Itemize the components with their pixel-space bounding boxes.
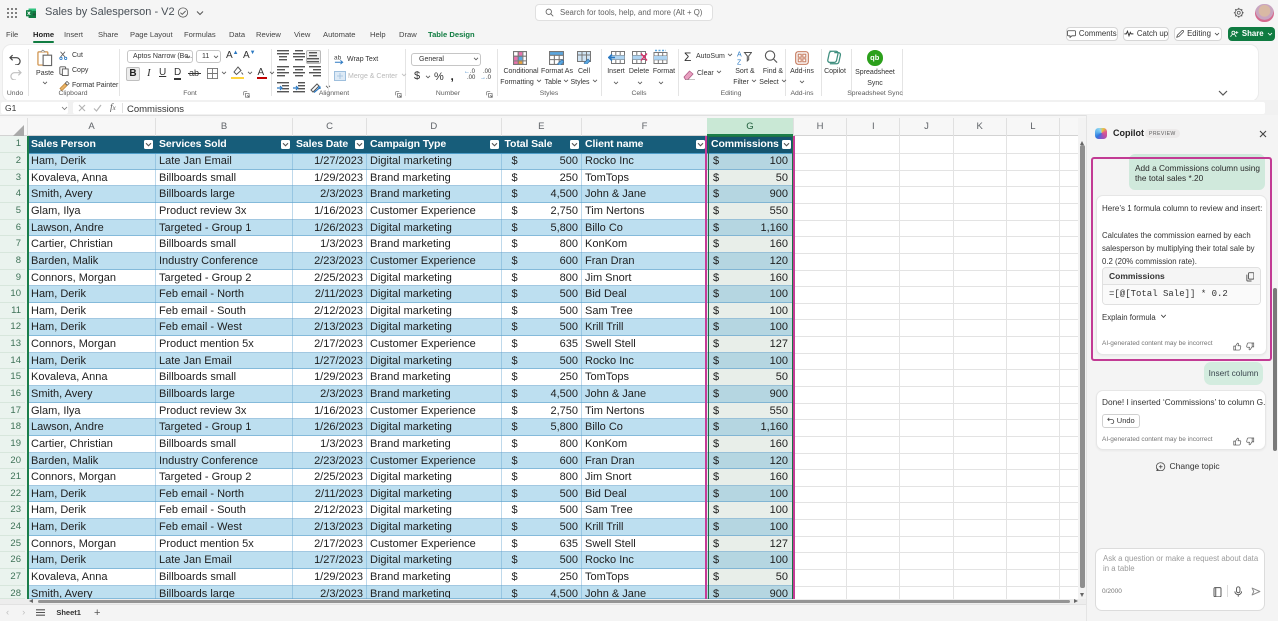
svg-text:A: A	[737, 52, 742, 59]
svg-text:Z: Z	[737, 60, 742, 66]
